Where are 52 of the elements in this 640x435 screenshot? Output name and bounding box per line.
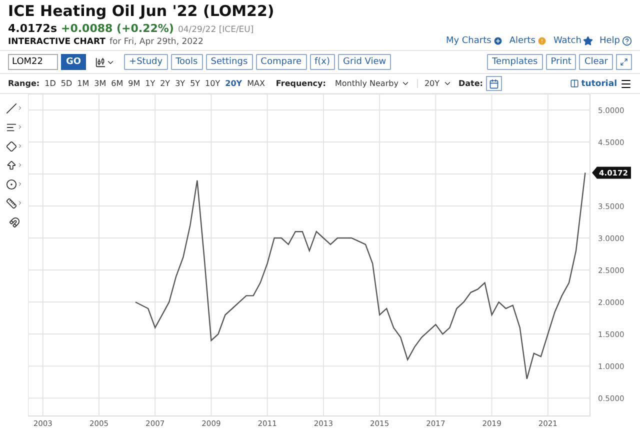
- header-link[interactable]: Alerts: [509, 36, 548, 46]
- range-option[interactable]: 20Y: [223, 79, 244, 88]
- help-icon: [622, 36, 632, 46]
- header-link[interactable]: Watch: [553, 36, 594, 46]
- header-link[interactable]: My Charts: [446, 36, 504, 46]
- expand-icon: [620, 58, 628, 66]
- chart-label: INTERACTIVE CHART: [8, 37, 106, 47]
- toolbar-button[interactable]: Templates: [486, 54, 543, 70]
- range-option[interactable]: 2Y: [158, 79, 172, 88]
- page-title: ICE Heating Oil Jun '22 (LOM22): [8, 2, 274, 20]
- panel-icon: [570, 79, 580, 88]
- last-price: 4.0172s: [8, 22, 57, 35]
- header-link[interactable]: Help: [599, 36, 632, 46]
- price-change: +0.0088 (+0.22%): [61, 22, 174, 35]
- frequency-dropdown[interactable]: Monthly Nearby: [328, 79, 416, 88]
- expand-button[interactable]: [616, 54, 632, 70]
- candlestick-icon: [95, 56, 106, 68]
- chart-date: for Fri, Apr 29th, 2022: [109, 37, 204, 47]
- toolbar-button[interactable]: Tools: [170, 54, 203, 70]
- calendar-button[interactable]: [486, 76, 502, 91]
- menu-icon[interactable]: [620, 78, 632, 90]
- range-option[interactable]: 1M: [75, 79, 92, 88]
- frequency-label: Frequency:: [276, 79, 326, 88]
- toolbar-button[interactable]: Compare: [256, 54, 306, 70]
- toolbar-button[interactable]: Settings: [206, 54, 253, 70]
- range-option[interactable]: MAX: [245, 79, 267, 88]
- toolbar-button[interactable]: f(x): [310, 54, 336, 70]
- range-option[interactable]: 5Y: [188, 79, 202, 88]
- plus-circle-icon: [493, 36, 504, 46]
- star-icon: [583, 36, 594, 46]
- range-option[interactable]: 1D: [42, 79, 58, 88]
- alert-icon: [537, 36, 548, 46]
- range-option[interactable]: 1Y: [143, 79, 158, 88]
- quote-date: 04/29/22 [ICE/EU]: [178, 25, 254, 35]
- range-option[interactable]: 3Y: [173, 79, 188, 88]
- go-button[interactable]: GO: [61, 54, 86, 70]
- range-option[interactable]: 10Y: [203, 79, 222, 88]
- range-option[interactable]: 3M: [92, 79, 108, 88]
- tutorial-link[interactable]: tutorial: [570, 78, 617, 88]
- toolbar-button[interactable]: Print: [546, 54, 576, 70]
- chevron-down-icon: [442, 79, 452, 88]
- date-label: Date:: [458, 79, 484, 88]
- range-label: Range:: [8, 79, 40, 88]
- chevron-down-icon: [401, 79, 410, 88]
- range-option[interactable]: 9M: [126, 79, 142, 88]
- period-dropdown[interactable]: 20Y: [417, 79, 458, 88]
- toolbar-button[interactable]: Grid View: [338, 54, 392, 70]
- toolbar-button[interactable]: +Study: [124, 54, 168, 70]
- symbol-field[interactable]: LOM22: [8, 54, 58, 70]
- range-option[interactable]: 5D: [58, 79, 74, 88]
- range-option[interactable]: 6M: [109, 79, 126, 88]
- toolbar-button[interactable]: Clear: [579, 54, 613, 70]
